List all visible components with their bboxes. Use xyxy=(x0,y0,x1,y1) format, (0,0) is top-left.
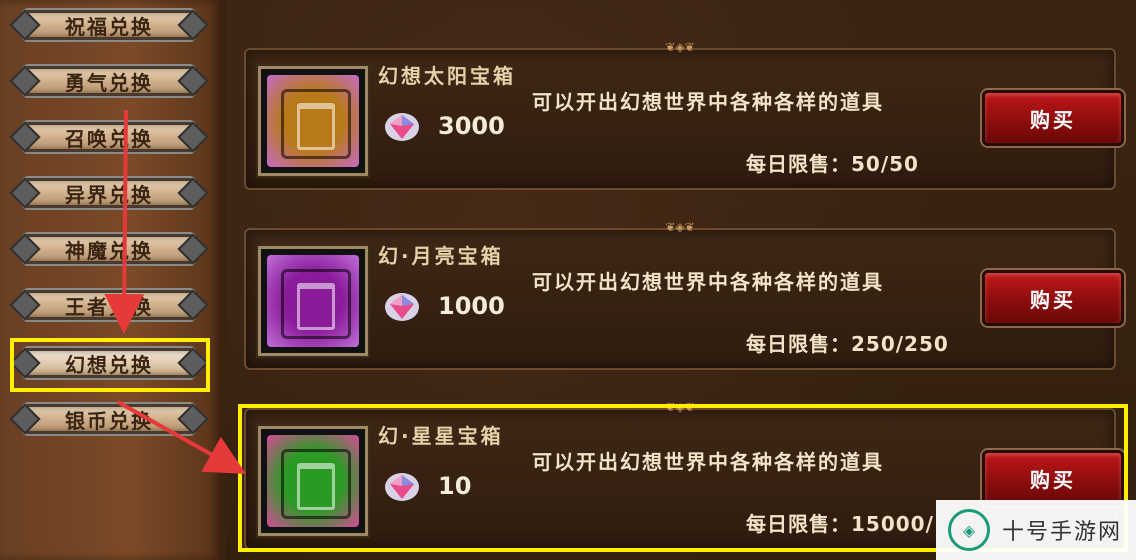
item-icon-frame[interactable] xyxy=(258,66,368,176)
treasure-chest-icon xyxy=(267,75,359,167)
tab-label: 异界兑换 xyxy=(65,182,153,207)
shop-item-card: ❦◈❦ 幻想太阳宝箱 3000 可以开出幻想世界中各种各样的道具 每日限售：50… xyxy=(244,40,1124,190)
site-watermark: ◈ 十号手游网 xyxy=(936,500,1136,560)
tab-label: 神魔兑换 xyxy=(65,238,153,263)
highlight-box-tab xyxy=(10,338,210,392)
item-name: 幻想太阳宝箱 xyxy=(378,64,516,88)
treasure-chest-icon xyxy=(267,255,359,347)
exchange-sidebar: 祝福兑换 勇气兑换 召唤兑换 异界兑换 神魔兑换 王者兑换 幻想兑换 银币兑换 xyxy=(0,0,226,560)
tab-label: 王者兑换 xyxy=(65,294,153,319)
tab-silver-exchange[interactable]: 银币兑换 xyxy=(9,400,209,438)
item-description: 可以开出幻想世界中各种各样的道具 xyxy=(532,270,884,294)
daily-limit: 每日限售：250/250 xyxy=(746,332,949,356)
tab-label: 勇气兑换 xyxy=(65,70,153,95)
item-name: 幻·月亮宝箱 xyxy=(378,244,504,268)
shield-logo-icon: ◈ xyxy=(948,509,990,551)
tab-otherworld-exchange[interactable]: 异界兑换 xyxy=(9,174,209,212)
tab-label: 祝福兑换 xyxy=(65,14,153,39)
tab-godsdemons-exchange[interactable]: 神魔兑换 xyxy=(9,230,209,268)
buy-button[interactable]: 购买 xyxy=(982,270,1124,326)
item-price: 3000 xyxy=(438,112,505,140)
buy-button[interactable]: 购买 xyxy=(982,90,1124,146)
tab-courage-exchange[interactable]: 勇气兑换 xyxy=(9,62,209,100)
game-screen: 祝福兑换 勇气兑换 召唤兑换 异界兑换 神魔兑换 王者兑换 幻想兑换 银币兑换 … xyxy=(0,0,1136,560)
shop-item-card: ❦◈❦ 幻·月亮宝箱 1000 可以开出幻想世界中各种各样的道具 每日限售：25… xyxy=(244,220,1124,370)
tab-king-exchange[interactable]: 王者兑换 xyxy=(9,286,209,324)
daily-limit: 每日限售：50/50 xyxy=(746,152,919,176)
item-icon-frame[interactable] xyxy=(258,246,368,356)
item-description: 可以开出幻想世界中各种各样的道具 xyxy=(532,90,884,114)
tab-summon-exchange[interactable]: 召唤兑换 xyxy=(9,118,209,156)
ornament-icon: ❦◈❦ xyxy=(665,40,695,54)
ornament-icon: ❦◈❦ xyxy=(665,220,695,234)
tab-label: 召唤兑换 xyxy=(65,126,153,151)
watermark-text: 十号手游网 xyxy=(1002,520,1123,545)
tab-blessing-exchange[interactable]: 祝福兑换 xyxy=(9,6,209,44)
chest-glyph xyxy=(297,283,335,330)
diamond-gem-icon xyxy=(385,293,419,321)
tab-label: 银币兑换 xyxy=(65,408,153,433)
chest-glyph xyxy=(297,103,335,150)
diamond-gem-icon xyxy=(385,113,419,141)
item-price: 1000 xyxy=(438,292,505,320)
